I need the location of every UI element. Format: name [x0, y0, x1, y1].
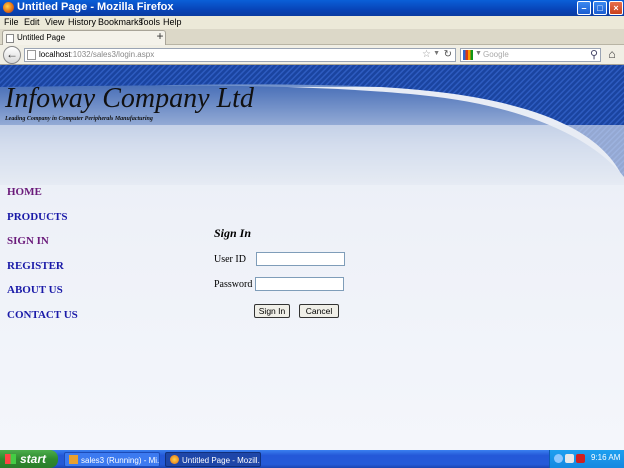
taskbar-item-sales3[interactable]: sales3 (Running) - Mi...: [64, 452, 160, 467]
security-icon[interactable]: [565, 454, 574, 463]
menu-edit[interactable]: Edit: [24, 17, 40, 27]
url-text: localhost:1032/sales3/login.aspx: [39, 50, 154, 59]
firefox-icon: [170, 455, 179, 464]
page-content: Infoway Company Ltd Leading Company in C…: [0, 65, 624, 450]
search-engine-dropdown-icon[interactable]: ▼: [475, 50, 482, 57]
search-bar[interactable]: ▼ Google ⚲: [460, 48, 601, 62]
taskbar-item-label: sales3 (Running) - Mi...: [81, 456, 160, 465]
windows-logo-icon: [5, 454, 16, 464]
back-arrow-icon[interactable]: ←: [3, 46, 21, 64]
nav-home[interactable]: HOME: [7, 186, 78, 211]
menu-file[interactable]: File: [4, 17, 19, 27]
minimize-icon[interactable]: –: [577, 1, 591, 15]
menu-tools[interactable]: Tools: [139, 17, 160, 27]
maximize-icon[interactable]: □: [593, 1, 607, 15]
sign-in-heading: Sign In: [214, 226, 252, 240]
menu-help[interactable]: Help: [163, 17, 182, 27]
taskbar-item-firefox[interactable]: Untitled Page - Mozill...: [165, 452, 261, 467]
network-icon[interactable]: [554, 454, 563, 463]
start-button[interactable]: start: [0, 450, 58, 468]
nav-about-us[interactable]: ABOUT US: [7, 284, 78, 309]
menu-history[interactable]: History: [68, 17, 96, 27]
google-icon: [463, 50, 473, 60]
tab-strip: Untitled Page +: [0, 29, 624, 45]
company-name: Infoway Company Ltd: [5, 83, 254, 114]
reload-icon[interactable]: ↻: [444, 49, 452, 60]
nav-sign-in[interactable]: SIGN IN: [7, 235, 78, 260]
url-bar[interactable]: localhost:1032/sales3/login.aspx ☆ ▼ ↻: [24, 48, 456, 62]
history-dropdown-icon[interactable]: ▼: [433, 50, 440, 57]
firefox-icon: [3, 2, 14, 13]
window-title: Untitled Page - Mozilla Firefox: [17, 1, 174, 13]
menu-bar: File Edit View History Bookmarks Tools H…: [0, 16, 624, 29]
side-nav: HOME PRODUCTS SIGN IN REGISTER ABOUT US …: [7, 186, 78, 334]
url-host: localhost: [39, 50, 71, 59]
home-icon[interactable]: ⌂: [604, 47, 620, 63]
new-tab-button[interactable]: +: [152, 30, 168, 44]
menu-view[interactable]: View: [45, 17, 64, 27]
password-field[interactable]: [255, 277, 344, 291]
user-id-field[interactable]: [256, 252, 345, 266]
visual-studio-icon: [69, 455, 78, 464]
sign-in-button[interactable]: Sign In: [254, 304, 290, 318]
nav-register[interactable]: REGISTER: [7, 260, 78, 285]
navigation-bar: ← localhost:1032/sales3/login.aspx ☆ ▼ ↻…: [0, 45, 624, 65]
menu-bookmarks[interactable]: Bookmarks: [98, 17, 143, 27]
url-path: :1032/sales3/login.aspx: [70, 50, 155, 59]
nav-products[interactable]: PRODUCTS: [7, 211, 78, 236]
search-icon[interactable]: ⚲: [590, 48, 598, 61]
close-icon[interactable]: ×: [609, 1, 623, 15]
page-icon: [27, 50, 36, 60]
windows-taskbar: start sales3 (Running) - Mi... Untitled …: [0, 450, 624, 468]
start-label: start: [20, 452, 47, 466]
search-placeholder: Google: [483, 50, 509, 59]
taskbar-item-label: Untitled Page - Mozill...: [182, 456, 261, 465]
password-label: Password: [214, 279, 253, 290]
cancel-button[interactable]: Cancel: [299, 304, 339, 318]
company-tagline: Leading Company in Computer Peripherals …: [5, 116, 153, 122]
clock: 9:16 AM: [591, 453, 621, 462]
user-id-label: User ID: [214, 254, 246, 265]
page-icon: [6, 34, 14, 43]
tab-untitled-page[interactable]: Untitled Page: [2, 30, 166, 45]
tab-label: Untitled Page: [17, 33, 66, 42]
system-tray: 9:16 AM: [549, 450, 624, 468]
window-titlebar[interactable]: Untitled Page - Mozilla Firefox – □ ×: [0, 0, 624, 16]
nav-contact-us[interactable]: CONTACT US: [7, 309, 78, 334]
antivirus-icon[interactable]: [576, 454, 585, 463]
bookmark-star-icon[interactable]: ☆: [422, 49, 431, 60]
